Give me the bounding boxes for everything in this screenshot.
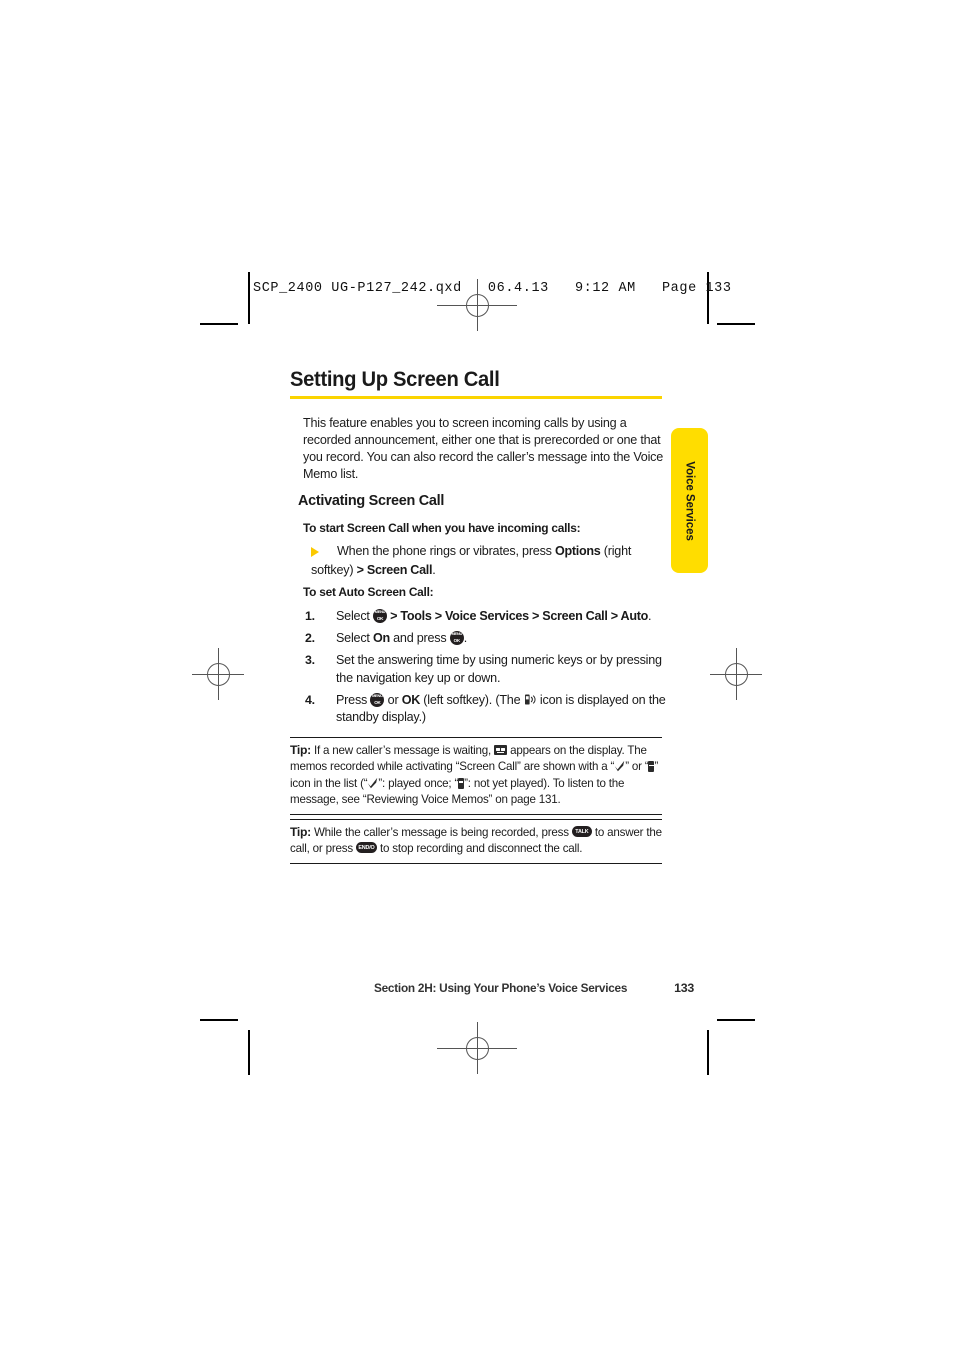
triangle-bullet-icon (311, 547, 319, 557)
step-text-1: Select MENU OK > Tools > Voice Services >… (336, 608, 667, 626)
step-number-4: 4. (305, 692, 315, 707)
menu-ok-key-bottom-label: OK (376, 616, 384, 621)
tip-box-1: Tip: If a new caller’s message is waitin… (290, 737, 662, 815)
step-text-4: Press MENU OK or OK (left softkey). (The … (336, 692, 667, 727)
step1-text-part-2: . (648, 609, 652, 623)
menu-ok-key-top-label: MENU (374, 609, 386, 615)
bullet-bold-options: Options (555, 544, 601, 558)
step-item-3: 3. Set the answering time by using numer… (305, 652, 667, 687)
tip-box-2: Tip: While the caller’s message is being… (290, 819, 662, 864)
talk-key-icon: TALK (571, 826, 592, 837)
menu-ok-key-icon: MENU OK (449, 631, 464, 646)
footer-section-label: Section 2H: Using Your Phone’s Voice Ser… (374, 981, 628, 995)
step-text-3: Set the answering time by using numeric … (336, 652, 667, 687)
step-item-2: 2. Select On and press MENU OK. (305, 630, 667, 648)
side-tab-label: Voice Services (683, 460, 696, 541)
talk-key-label: TALK (575, 828, 589, 835)
numbered-step-list: 1. Select MENU OK > Tools > Voice Service… (305, 608, 667, 732)
tip1-text-3: ” or “ (625, 760, 649, 774)
step1-text-part-1: Select (336, 609, 373, 623)
step-number-2: 2. (305, 631, 315, 646)
manual-page: Setting Up Screen Call This feature enab… (0, 0, 954, 1350)
unplayed-tape-icon (458, 777, 465, 789)
step4-text-part-1: Press (336, 692, 371, 707)
step-item-1: 1. Select MENU OK > Tools > Voice Service… (305, 608, 667, 626)
menu-ok-key-top-label: MENU (451, 631, 463, 637)
step-number-3: 3. (305, 653, 315, 668)
step-number-1: 1. (305, 609, 315, 623)
bullet-bold-screen-call: > Screen Call (356, 562, 433, 577)
footer-page-number: 133 (674, 981, 694, 995)
bullet-item: When the phone rings or vibrates, press … (311, 542, 671, 579)
step-item-4: 4. Press MENU OK or OK (left softkey). (T… (305, 692, 667, 727)
menu-ok-key-icon: MENU OK (370, 692, 385, 707)
tip-1-label: Tip: (290, 743, 311, 757)
intro-paragraph-block: This feature enables you to screen incom… (303, 415, 666, 483)
played-check-icon (367, 777, 378, 789)
end-key-label: END/O (358, 845, 375, 851)
step2-text-part-2: and press (389, 631, 450, 646)
title-underline-rule (290, 396, 662, 399)
end-key-icon: END/O (355, 842, 377, 854)
tip2-text-3: to stop recording and disconnect the cal… (376, 842, 583, 856)
step1-bold-menu-path: > Tools > Voice Services > Screen Call >… (386, 609, 649, 623)
tip1-text-1: If a new caller’s message is waiting, (310, 744, 495, 757)
side-tab-voice-services: Voice Services (671, 428, 708, 573)
step2-text-part-1: Select (336, 631, 373, 646)
page-title: Setting Up Screen Call (290, 367, 500, 391)
step4-text-part-3: (left softkey). (The (420, 692, 524, 707)
step2-bold-on: On (372, 631, 390, 646)
menu-ok-key-bottom-label: OK (374, 699, 381, 705)
lead-in-start-screen-call: To start Screen Call when you have incom… (303, 521, 581, 535)
played-check-icon (614, 760, 625, 772)
menu-ok-key-bottom-label: OK (453, 638, 461, 644)
new-message-envelope-icon (494, 745, 508, 755)
step3-text-part-1: Set the answering time by using numeric … (336, 653, 662, 685)
section-heading: Activating Screen Call (298, 492, 445, 509)
step4-text-part-2: or (384, 692, 402, 707)
screen-call-standby-icon (524, 693, 537, 706)
menu-ok-key-icon: MENU OK (372, 609, 387, 623)
bullet-item-text: When the phone rings or vibrates, press … (311, 544, 631, 577)
step2-text-part-3: . (463, 631, 468, 646)
tip-2-label: Tip: (290, 825, 311, 839)
page-footer: Section 2H: Using Your Phone’s Voice Ser… (374, 981, 694, 995)
unplayed-tape-icon (648, 761, 655, 773)
tip1-text-5: ”: played once; “ (378, 776, 459, 790)
bullet-text-part-1: When the phone rings or vibrates, press (337, 544, 556, 558)
intro-paragraph: This feature enables you to screen incom… (303, 416, 664, 482)
tip2-text-1: While the caller’s message is being reco… (310, 826, 572, 839)
menu-ok-key-top-label: MENU (372, 693, 383, 699)
bullet-text-part-3: . (432, 562, 436, 577)
step4-bold-ok: OK (401, 692, 421, 707)
step-text-2: Select On and press MENU OK. (336, 630, 667, 648)
lead-in-auto-screen-call: To set Auto Screen Call: (303, 585, 434, 599)
